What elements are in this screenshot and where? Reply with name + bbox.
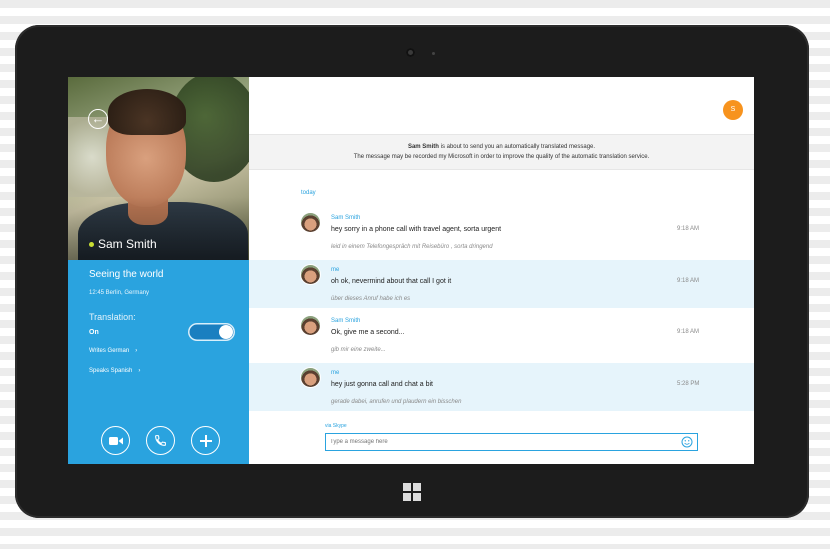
toggle-knob	[219, 325, 233, 339]
phone-icon	[155, 435, 166, 446]
translation-notice: Sam Smith is about to send you an automa…	[249, 134, 754, 170]
smiley-icon[interactable]	[681, 436, 693, 448]
chevron-right-icon: ›	[138, 368, 141, 374]
message-sender: me	[331, 267, 340, 273]
chevron-right-icon: ›	[135, 348, 138, 354]
message-text: hey just gonna call and chat a bit	[331, 381, 433, 388]
contact-name-label: Sam Smith	[89, 237, 157, 251]
sender-avatar	[301, 316, 320, 335]
speaks-language-label: Speaks Spanish	[89, 368, 133, 374]
message-composer	[325, 433, 698, 451]
sender-avatar	[301, 368, 320, 387]
message-text: hey sorry in a phone call with travel ag…	[331, 226, 502, 233]
speaks-language-link[interactable]: Speaks Spanish ›	[89, 368, 140, 374]
contact-photo: ← Sam Smith	[68, 77, 249, 260]
translation-toggle[interactable]	[188, 323, 235, 341]
online-status-icon	[89, 242, 94, 248]
video-camera-icon	[108, 436, 123, 445]
message-row[interactable]: me oh ok, nevermind about that call I go…	[249, 260, 754, 308]
back-arrow-icon[interactable]: ←	[88, 109, 108, 129]
message-time: 9:18 AM	[677, 278, 700, 284]
sender-avatar	[301, 213, 320, 232]
notice-line-2: The message may be recorded my Microsoft…	[353, 154, 650, 160]
writes-language-label: Writes German	[89, 348, 130, 354]
video-call-button[interactable]	[101, 426, 130, 455]
message-translation: gib mir eine zweite...	[331, 347, 386, 353]
message-time: 9:18 AM	[677, 329, 700, 335]
message-row[interactable]: Sam Smith Ok, give me a second... gib mi…	[249, 311, 754, 359]
add-participant-button[interactable]	[191, 426, 220, 455]
sender-avatar	[301, 265, 320, 284]
message-time: 9:18 AM	[677, 226, 700, 232]
notice-sender: Sam Smith	[407, 144, 439, 150]
contact-name: Sam Smith	[98, 237, 157, 251]
front-camera	[406, 48, 415, 57]
message-translation: über dieses Anruf habe ich es	[331, 296, 411, 302]
writes-language-link[interactable]: Writes German ›	[89, 348, 137, 354]
mood-message: Seeing the world	[89, 269, 164, 280]
message-translation: gerade dabei, anrufen und plaudern ein b…	[331, 399, 462, 405]
contact-info-panel: Seeing the world 12:45 Berlin, Germany T…	[68, 260, 249, 464]
notice-line-1: is about to send you an automatically tr…	[440, 144, 596, 150]
message-text: oh ok, nevermind about that call I got i…	[331, 278, 452, 285]
message-time: 5:28 PM	[677, 381, 700, 387]
message-translation: leid in einem Telefongespräch mit Reiseb…	[331, 244, 493, 250]
via-skype-label: via Skype	[325, 423, 347, 429]
plus-icon	[199, 434, 212, 447]
message-input[interactable]	[330, 436, 670, 448]
translation-label: Translation:	[89, 312, 136, 322]
my-avatar[interactable]: S	[723, 100, 743, 120]
conversation-panel: S Sam Smith is about to send you an auto…	[249, 77, 754, 464]
day-separator: today	[301, 190, 316, 196]
windows-logo-icon[interactable]	[403, 483, 421, 501]
message-sender: me	[331, 370, 340, 376]
contact-location: 12:45 Berlin, Germany	[89, 290, 150, 296]
message-row[interactable]: me hey just gonna call and chat a bit ge…	[249, 363, 754, 411]
translation-state: On	[89, 329, 99, 336]
app-screen: ← Sam Smith Seeing the world 12:45 Berli…	[68, 77, 754, 464]
message-sender: Sam Smith	[331, 215, 361, 221]
audio-call-button[interactable]	[146, 426, 175, 455]
message-sender: Sam Smith	[331, 318, 361, 324]
camera-sensor	[432, 52, 435, 55]
message-row[interactable]: Sam Smith hey sorry in a phone call with…	[249, 208, 754, 256]
contact-panel: ← Sam Smith Seeing the world 12:45 Berli…	[68, 77, 249, 464]
message-text: Ok, give me a second...	[331, 329, 405, 336]
